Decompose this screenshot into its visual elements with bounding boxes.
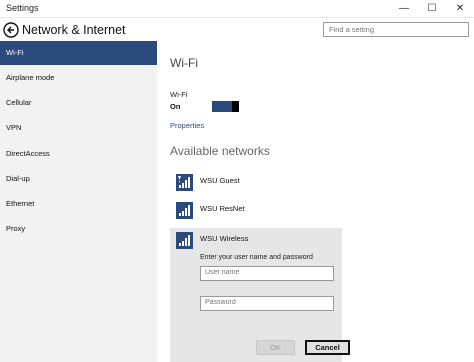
back-arrow-icon [3,22,19,38]
sidebar-item-wifi[interactable]: Wi-Fi [0,41,157,65]
close-button[interactable]: ✕ [446,0,474,17]
sidebar-item-cellular[interactable]: Cellular [0,91,157,115]
sidebar: Wi-Fi Airplane mode Cellular VPN DirectA… [0,41,157,362]
ok-button-label: OK [270,343,281,352]
sidebar-item-proxy[interactable]: Proxy [0,217,157,241]
sidebar-item-vpn[interactable]: VPN [0,116,157,140]
properties-link[interactable]: Properties [170,121,204,130]
credentials-prompt: Enter your user name and password [200,254,313,261]
wifi-open-icon [176,174,193,191]
close-icon: ✕ [455,3,465,14]
window-title: Settings [6,3,39,13]
maximize-button[interactable]: ☐ [418,0,446,17]
main-content: Wi-Fi Wi-Fi On Properties Available netw… [157,41,474,362]
cancel-button[interactable]: Cancel [305,340,350,355]
sidebar-item-ethernet[interactable]: Ethernet [0,192,157,216]
network-name: WSU ResNet [200,204,245,213]
back-button[interactable] [3,22,19,38]
section-heading-wifi: Wi-Fi [170,56,198,70]
sidebar-item-directaccess[interactable]: DirectAccess [0,142,157,166]
wifi-signal-icon [176,202,193,219]
search-box[interactable] [323,22,469,37]
search-input[interactable] [329,25,463,34]
username-field[interactable] [200,266,334,281]
password-input[interactable] [205,299,329,306]
available-networks-heading: Available networks [170,144,270,158]
minimize-icon: — [399,3,409,14]
minimize-button[interactable]: — [390,0,418,17]
ok-button[interactable]: OK [256,340,295,355]
username-input[interactable] [205,269,329,276]
network-name: WSU Wireless [200,234,249,243]
title-bar: Settings — ☐ ✕ [0,0,474,18]
sidebar-item-label: Ethernet [6,199,35,208]
sidebar-item-label: Dial-up [6,174,30,183]
page-title: Network & Internet [22,23,126,37]
wifi-toggle-state: On [170,102,181,111]
sidebar-item-label: VPN [6,123,22,132]
sidebar-item-label: Cellular [6,98,32,107]
network-item-wsu-guest[interactable]: WSU Guest [170,170,327,196]
sidebar-item-dial-up[interactable]: Dial-up [0,167,157,191]
network-item-wsu-wireless[interactable]: WSU Wireless Enter your user name and pa… [170,228,350,362]
network-item-wsu-resnet[interactable]: WSU ResNet [170,198,327,224]
wifi-toggle[interactable] [212,101,239,112]
sidebar-item-airplane-mode[interactable]: Airplane mode [0,66,157,90]
password-field[interactable] [200,296,334,311]
wifi-toggle-label: Wi-Fi [170,90,188,99]
maximize-icon: ☐ [427,3,437,14]
sidebar-item-label: Wi-Fi [6,48,24,57]
cancel-button-label: Cancel [315,343,340,352]
sidebar-item-label: DirectAccess [6,149,50,158]
sidebar-item-label: Airplane mode [6,73,55,82]
toggle-knob[interactable] [232,101,239,112]
sidebar-item-label: Proxy [6,224,26,233]
wifi-signal-icon [176,232,193,249]
network-name: WSU Guest [200,176,240,185]
